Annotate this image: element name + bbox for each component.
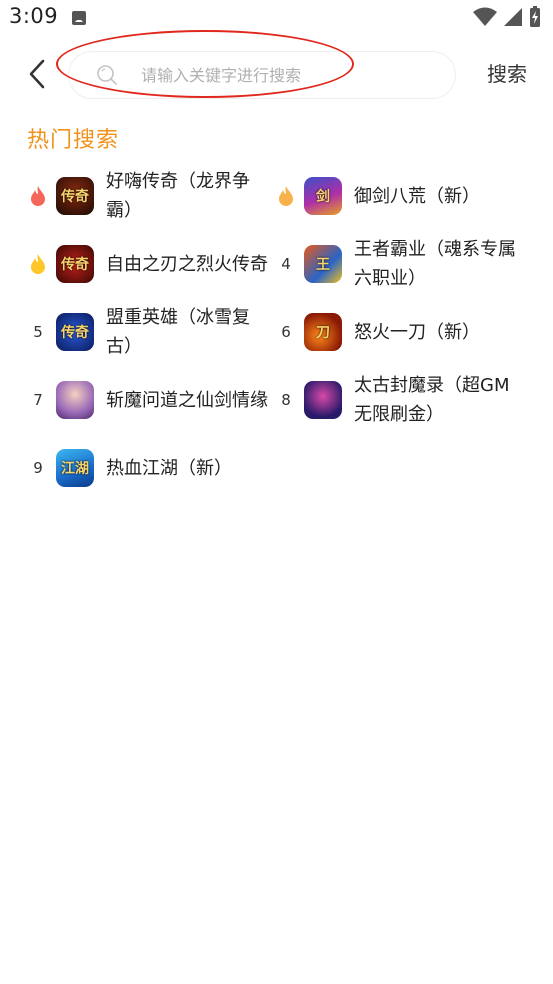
game-name: 热血江湖（新） — [106, 457, 232, 479]
search-icon — [97, 65, 117, 85]
game-name: 太古封魔录（超GM无限刷金） — [354, 375, 510, 425]
app-notification-icon — [72, 11, 86, 25]
game-name: 盟重英雄（冰雪复古） — [106, 307, 250, 357]
game-icon: 剑 — [304, 177, 342, 215]
rank-number: 5 — [33, 323, 43, 341]
hot-item-2[interactable]: 剑 御剑八荒（新） — [274, 164, 524, 228]
game-icon: 刀 — [304, 313, 342, 351]
hot-item-4[interactable]: 4 王 王者霸业（魂系专属六职业） — [274, 232, 524, 296]
hot-item-5[interactable]: 5 传奇 盟重英雄（冰雪复古） — [26, 300, 276, 364]
status-time: 3:09 — [9, 4, 59, 28]
game-icon: 传奇 — [56, 177, 94, 215]
game-name: 好嗨传奇（龙界争霸） — [106, 171, 250, 221]
rank-number: 6 — [281, 323, 291, 341]
status-icons — [473, 6, 541, 28]
game-name: 自由之刃之烈火传奇 — [106, 253, 268, 275]
signal-icon — [504, 8, 522, 26]
hot-item-8[interactable]: 8 太古封魔录（超GM无限刷金） — [274, 368, 524, 432]
flame-yellow-icon — [31, 254, 45, 274]
battery-charging-icon — [530, 6, 540, 27]
rank-number: 4 — [281, 255, 291, 273]
hot-search-title: 热门搜索 — [27, 128, 120, 153]
game-name: 斩魔问道之仙剑情缘 — [106, 389, 268, 411]
flame-red-icon — [31, 186, 45, 206]
game-icon: 传奇 — [56, 313, 94, 351]
game-icon: 王 — [304, 245, 342, 283]
flame-orange-icon — [279, 186, 293, 206]
game-icon: 江湖 — [56, 449, 94, 487]
game-name: 怒火一刀（新） — [354, 321, 480, 343]
search-button[interactable]: 搜索 — [487, 58, 527, 87]
hot-item-9[interactable]: 9 江湖 热血江湖（新） — [26, 436, 276, 500]
rank-number: 7 — [33, 391, 43, 409]
rank-number: 9 — [33, 459, 43, 477]
search-header: 搜索 — [0, 46, 553, 106]
status-bar: 3:09 — [0, 0, 553, 36]
game-icon: 传奇 — [56, 245, 94, 283]
game-icon — [304, 381, 342, 419]
hot-item-7[interactable]: 7 斩魔问道之仙剑情缘 — [26, 368, 276, 432]
search-input[interactable] — [141, 62, 441, 88]
hot-item-1[interactable]: 传奇 好嗨传奇（龙界争霸） — [26, 164, 276, 228]
rank-badge — [274, 186, 298, 206]
rank-number: 8 — [281, 391, 291, 409]
rank-badge — [26, 254, 50, 274]
hot-item-3[interactable]: 传奇 自由之刃之烈火传奇 — [26, 232, 276, 296]
back-chevron-icon[interactable] — [24, 58, 52, 90]
hot-item-6[interactable]: 6 刀 怒火一刀（新） — [274, 300, 524, 364]
wifi-icon — [473, 7, 497, 26]
search-box[interactable] — [68, 51, 456, 99]
game-name: 王者霸业（魂系专属六职业） — [354, 239, 516, 289]
game-icon — [56, 381, 94, 419]
game-name: 御剑八荒（新） — [354, 185, 480, 207]
rank-badge — [26, 186, 50, 206]
